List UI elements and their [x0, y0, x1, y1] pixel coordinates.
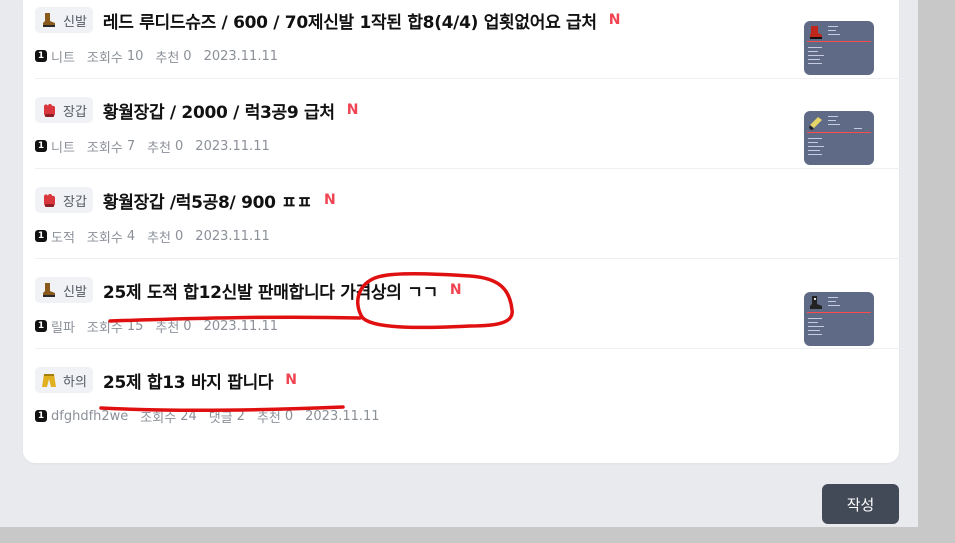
write-button[interactable]: 작성: [822, 484, 899, 524]
category-badge: 신발: [35, 7, 93, 33]
post-title[interactable]: 황월장갑 /럭5공8/ 900 ㅍㅍ: [103, 188, 312, 213]
category-label: 신발: [63, 14, 87, 30]
comments-count: 2: [236, 408, 245, 424]
list-item[interactable]: 장갑 황월장갑 / 2000 / 럭3공9 급처 N 1 니트 조회수 7 추천…: [35, 78, 903, 169]
likes-label: 추천: [147, 140, 172, 156]
list-item[interactable]: 신발 레드 루디드슈즈 / 600 / 70제신발 1작된 합8(4/4) 업횟…: [35, 0, 903, 79]
new-badge: N: [449, 282, 462, 298]
comments-label: 댓글: [208, 410, 233, 426]
new-badge: N: [346, 102, 359, 118]
level-badge: 1: [35, 230, 47, 242]
item-icon: [810, 26, 822, 39]
views-count: 10: [126, 48, 144, 64]
glove-icon: [43, 194, 56, 207]
pants-icon: [42, 374, 56, 387]
views-label: 조회수: [86, 230, 123, 246]
likes-label: 추천: [256, 410, 281, 426]
category-badge: 신발: [35, 277, 93, 303]
author-name[interactable]: 도적: [51, 227, 75, 246]
post-meta: 1 dfghdfh2we 조회수 24 댓글 2 추천 0 2023.11.11: [35, 407, 380, 426]
post-list: 신발 레드 루디드슈즈 / 600 / 70제신발 1작된 합8(4/4) 업횟…: [23, 0, 903, 463]
views-count: 24: [180, 408, 197, 424]
level-badge: 1: [35, 410, 47, 422]
author-name[interactable]: dfghdfh2we: [51, 409, 128, 424]
post-title[interactable]: 25제 도적 합12신발 판매합니다 가격상의 ㄱㄱ: [103, 278, 438, 303]
likes-count: 0: [175, 138, 184, 154]
category-label: 하의: [63, 374, 87, 390]
post-date: 2023.11.11: [305, 408, 380, 424]
post-date: 2023.11.11: [195, 228, 270, 244]
post-date: 2023.11.11: [203, 318, 278, 334]
list-item[interactable]: 신발 25제 도적 합12신발 판매합니다 가격상의 ㄱㄱ N 1 릴파 조회수…: [35, 258, 903, 349]
likes-count: 0: [183, 48, 192, 64]
category-badge: 장갑: [35, 187, 93, 213]
category-label: 신발: [63, 284, 87, 300]
list-item[interactable]: 장갑 황월장갑 /럭5공8/ 900 ㅍㅍ N 1 도적 조회수 4 추천 0 …: [35, 168, 903, 259]
item-icon: [810, 296, 822, 309]
post-title-line[interactable]: 장갑 황월장갑 / 2000 / 럭3공9 급처 N: [35, 96, 358, 124]
likes-label: 추천: [155, 320, 180, 336]
post-meta: 1 니트 조회수 7 추천 0 2023.11.11: [35, 137, 270, 156]
glove-icon: [43, 104, 56, 117]
post-meta: 1 니트 조회수 10 추천 0 2023.11.11: [35, 47, 278, 66]
post-title[interactable]: 25제 합13 바지 팝니다: [103, 368, 274, 393]
boot-icon: [43, 283, 55, 297]
views-count: 4: [126, 228, 136, 244]
post-title-line[interactable]: 신발 레드 루디드슈즈 / 600 / 70제신발 1작된 합8(4/4) 업횟…: [35, 6, 620, 34]
level-badge: 1: [35, 140, 47, 152]
level-badge: 1: [35, 320, 47, 332]
post-meta: 1 도적 조회수 4 추천 0 2023.11.11: [35, 227, 270, 246]
likes-count: 0: [284, 408, 294, 424]
post-date: 2023.11.11: [203, 48, 278, 64]
item-icon: [809, 117, 822, 130]
likes-count: 0: [175, 228, 184, 244]
post-thumbnail[interactable]: [804, 111, 874, 165]
category-badge: 하의: [35, 367, 93, 393]
new-badge: N: [608, 12, 621, 28]
list-item[interactable]: 하의 25제 합13 바지 팝니다 N 1 dfghdfh2we 조회수 24 …: [35, 348, 903, 438]
category-label: 장갑: [63, 194, 87, 210]
author-name[interactable]: 니트: [51, 137, 75, 156]
author-name[interactable]: 니트: [51, 47, 75, 66]
views-label: 조회수: [86, 320, 123, 336]
views-count: 15: [126, 318, 144, 334]
post-date: 2023.11.11: [195, 138, 270, 154]
new-badge: N: [285, 372, 297, 388]
level-badge: 1: [35, 50, 47, 62]
post-meta: 1 릴파 조회수 15 추천 0 2023.11.11: [35, 317, 278, 336]
category-badge: 장갑: [35, 97, 93, 123]
post-title-line[interactable]: 하의 25제 합13 바지 팝니다 N: [35, 366, 297, 394]
post-title-line[interactable]: 신발 25제 도적 합12신발 판매합니다 가격상의 ㄱㄱ N: [35, 276, 462, 304]
new-badge: N: [323, 192, 336, 208]
views-label: 조회수: [86, 50, 123, 66]
post-thumbnail[interactable]: [804, 21, 874, 75]
views-label: 조회수: [86, 140, 123, 156]
post-thumbnail[interactable]: [804, 292, 874, 346]
post-title-line[interactable]: 장갑 황월장갑 /럭5공8/ 900 ㅍㅍ N: [35, 186, 336, 214]
post-title[interactable]: 레드 루디드슈즈 / 600 / 70제신발 1작된 합8(4/4) 업횟없어요…: [103, 8, 597, 33]
likes-count: 0: [183, 318, 192, 334]
views-label: 조회수: [140, 410, 177, 426]
views-count: 7: [126, 138, 136, 154]
likes-label: 추천: [147, 230, 172, 246]
post-title[interactable]: 황월장갑 / 2000 / 럭3공9 급처: [103, 98, 335, 123]
likes-label: 추천: [155, 50, 180, 66]
boot-icon: [43, 13, 55, 27]
category-label: 장갑: [63, 104, 87, 120]
author-name[interactable]: 릴파: [51, 317, 75, 336]
